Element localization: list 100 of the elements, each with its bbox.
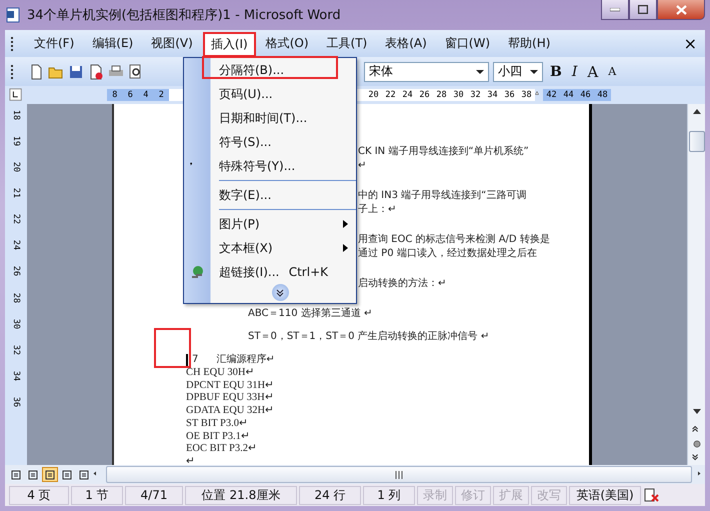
ruler-number: 28 (436, 90, 447, 100)
down-arrow-icon (692, 409, 700, 414)
italic-button[interactable]: I (568, 60, 580, 82)
ruler-number: 38 (521, 90, 532, 100)
scrollbar-thumb[interactable] (688, 131, 704, 152)
menu-entry[interactable]: 符号(S)... (184, 130, 356, 154)
view-mode-button[interactable] (42, 467, 58, 482)
menu-entry[interactable]: 日期和时间(T)... (184, 106, 356, 130)
grip-icon (394, 470, 404, 478)
status-field: 1 节 (71, 486, 123, 504)
ruler-number: 2 (158, 90, 164, 100)
shrink-font-button[interactable]: A (605, 60, 620, 82)
word-document-icon (5, 7, 21, 23)
status-field: 英语(美国) (569, 486, 641, 504)
menu-entry[interactable]: 分隔符(B)... (184, 58, 356, 82)
ruler-number: 34 (11, 370, 21, 381)
text-cursor (186, 354, 188, 366)
menu-entry[interactable]: 数字(E)... (184, 183, 356, 207)
save-icon[interactable] (68, 64, 84, 80)
ruler-number: 36 (11, 396, 21, 407)
code-line: CH EQU 30H↵ (186, 367, 256, 380)
code-line: OE BIT P3.1↵ (186, 430, 251, 444)
ruler-number: 18 (11, 110, 21, 120)
ruler-number: 26 (11, 266, 21, 277)
code-line: EOC BIT P3.2↵ (186, 443, 258, 456)
chevron-down-icon (276, 288, 284, 296)
minimize-button[interactable] (601, 0, 629, 20)
page-view-icon (62, 470, 72, 480)
ruler-number: 20 (11, 162, 21, 172)
close-document-button[interactable]: × (684, 34, 697, 53)
menu-item[interactable]: 表格(A) (377, 31, 435, 56)
heading-number: 7 (192, 353, 198, 367)
close-button[interactable] (657, 0, 705, 20)
status-field: 位置 21.8厘米 (185, 486, 297, 504)
page-view-icon (28, 470, 38, 480)
text-line: 通过 P0 端口读入，经过数据处理之后在 (358, 247, 538, 261)
ruler-number: 6 (128, 90, 133, 100)
menu-entry[interactable]: 图片(P) (184, 212, 356, 236)
ruler-number: 36 (504, 90, 515, 100)
text-line: ↵ (358, 159, 368, 173)
maximize-button[interactable] (629, 0, 657, 20)
menu-item[interactable]: 视图(V) (143, 31, 201, 56)
ruler-number: 46 (580, 90, 591, 100)
ruler-number: 22 (385, 90, 396, 100)
code-line: ↵ (186, 456, 196, 469)
dropdown-arrow-icon (530, 70, 538, 74)
ruler-number: 21 (11, 188, 21, 198)
code-line: GDATA EQU 32H↵ (186, 405, 276, 418)
ruler-number: 32 (470, 90, 481, 100)
dropdown-arrow-icon (476, 70, 484, 74)
page-view-icon (79, 470, 89, 480)
globe-link-icon (190, 265, 206, 281)
text-line: ABC＝110 选择第三通道 ↵ (248, 307, 374, 321)
ruler-number: 44 (563, 90, 574, 100)
ruler-number: 32 (11, 344, 21, 355)
ruler-number: 19 (11, 136, 21, 146)
menu-entry[interactable]: 超链接(I)... Ctrl+K (184, 260, 356, 284)
font-size-dropdown[interactable]: 小四 (493, 62, 543, 82)
heading-text: 汇编源程序↵ (216, 353, 275, 367)
ruler-number: 42 (546, 90, 557, 100)
status-field: 1 列 (363, 486, 415, 504)
status-field: 录制 (417, 486, 453, 504)
font-name-dropdown[interactable]: 宋体 (364, 62, 489, 82)
horizontal-scrollbar[interactable] (106, 466, 692, 483)
menu-item[interactable]: 编辑(E) (84, 31, 142, 56)
tab-stop-icon[interactable] (9, 88, 23, 102)
menu-entry[interactable]: 特殊符号(Y)... (184, 154, 356, 178)
menu-entry[interactable]: 文本框(X) (184, 236, 356, 260)
ruler-number: 4 (143, 90, 148, 100)
bold-button[interactable]: B (547, 60, 565, 82)
text-line: 用查询 EOC 的标志信号来检测 A/D 转换是 (358, 233, 551, 247)
code-line: DPCNT EQU 31H↵ (186, 380, 276, 392)
menu-item[interactable]: 格式(O) (258, 31, 317, 56)
code-line: DPBUF EQU 33H↵ (186, 392, 275, 406)
status-field: 4/71 (125, 486, 183, 504)
maximize-icon (638, 5, 648, 14)
text-line: 中的 IN3 端子用导线连接到“三路可调 (358, 189, 528, 203)
text-line: CK IN 端子用导线连接到“单片机系统” (358, 145, 530, 159)
menu-item[interactable]: 文件(F) (26, 31, 82, 56)
menu-item[interactable]: 窗口(W) (436, 31, 498, 56)
status-field: 4 页 (9, 486, 69, 504)
ruler-number: 8 (112, 90, 118, 100)
minimize-icon (610, 8, 620, 12)
ruler-number: 20 (368, 90, 379, 100)
status-field: 24 行 (299, 486, 361, 504)
browse-object-icon[interactable] (692, 439, 702, 449)
menu-item[interactable]: 工具(T) (318, 31, 376, 56)
menu-item[interactable]: 插入(I) (202, 32, 256, 56)
spelling-status-icon[interactable] (643, 487, 659, 503)
ruler-number: 22 (11, 214, 21, 224)
text-line: 启动转换的方法：↵ (358, 277, 448, 291)
menu-item[interactable]: 帮助(H) (500, 31, 558, 56)
menu-entry[interactable]: 页码(U)... (184, 82, 356, 106)
grow-font-button[interactable]: A (584, 60, 602, 82)
ruler-number: 34 (487, 90, 498, 100)
expand-menu-button[interactable] (272, 284, 288, 301)
permission-icon[interactable] (88, 64, 104, 80)
page-view-icon (11, 470, 21, 480)
status-field: 改写 (531, 486, 567, 504)
ruler-number: 48 (597, 90, 608, 100)
